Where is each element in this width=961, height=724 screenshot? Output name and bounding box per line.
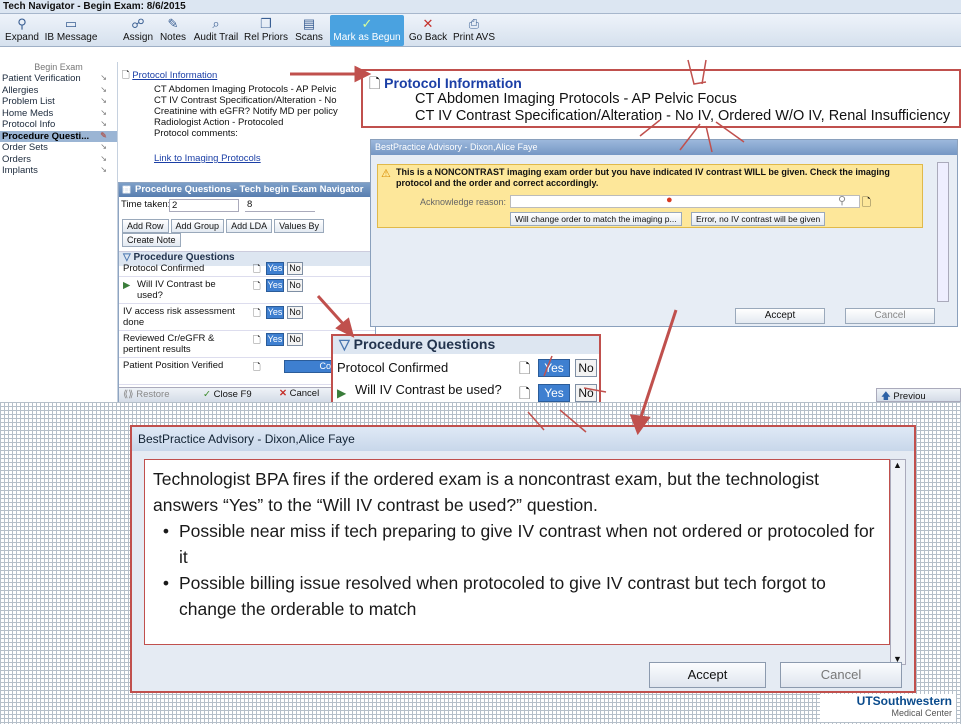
arrowhead-icon: [354, 65, 372, 83]
starburst-line: [705, 125, 713, 153]
starburst-line: [559, 409, 587, 433]
slide: Tech Navigator - Begin Exam: 8/6/2015 ⚲ E…: [0, 0, 961, 724]
starburst-line: [543, 355, 553, 377]
starburst-line: [679, 123, 701, 151]
starburst-line: [639, 119, 661, 137]
callout-arrow-bpa: [638, 309, 678, 421]
starburst-line: [527, 411, 545, 431]
starburst-line: [715, 121, 745, 143]
arrowhead-icon: [629, 414, 651, 436]
annotation-overlay: [290, 59, 745, 436]
starburst-line: [583, 387, 607, 393]
starburst-line: [701, 59, 707, 85]
callout-arrow-questions: [316, 294, 347, 328]
